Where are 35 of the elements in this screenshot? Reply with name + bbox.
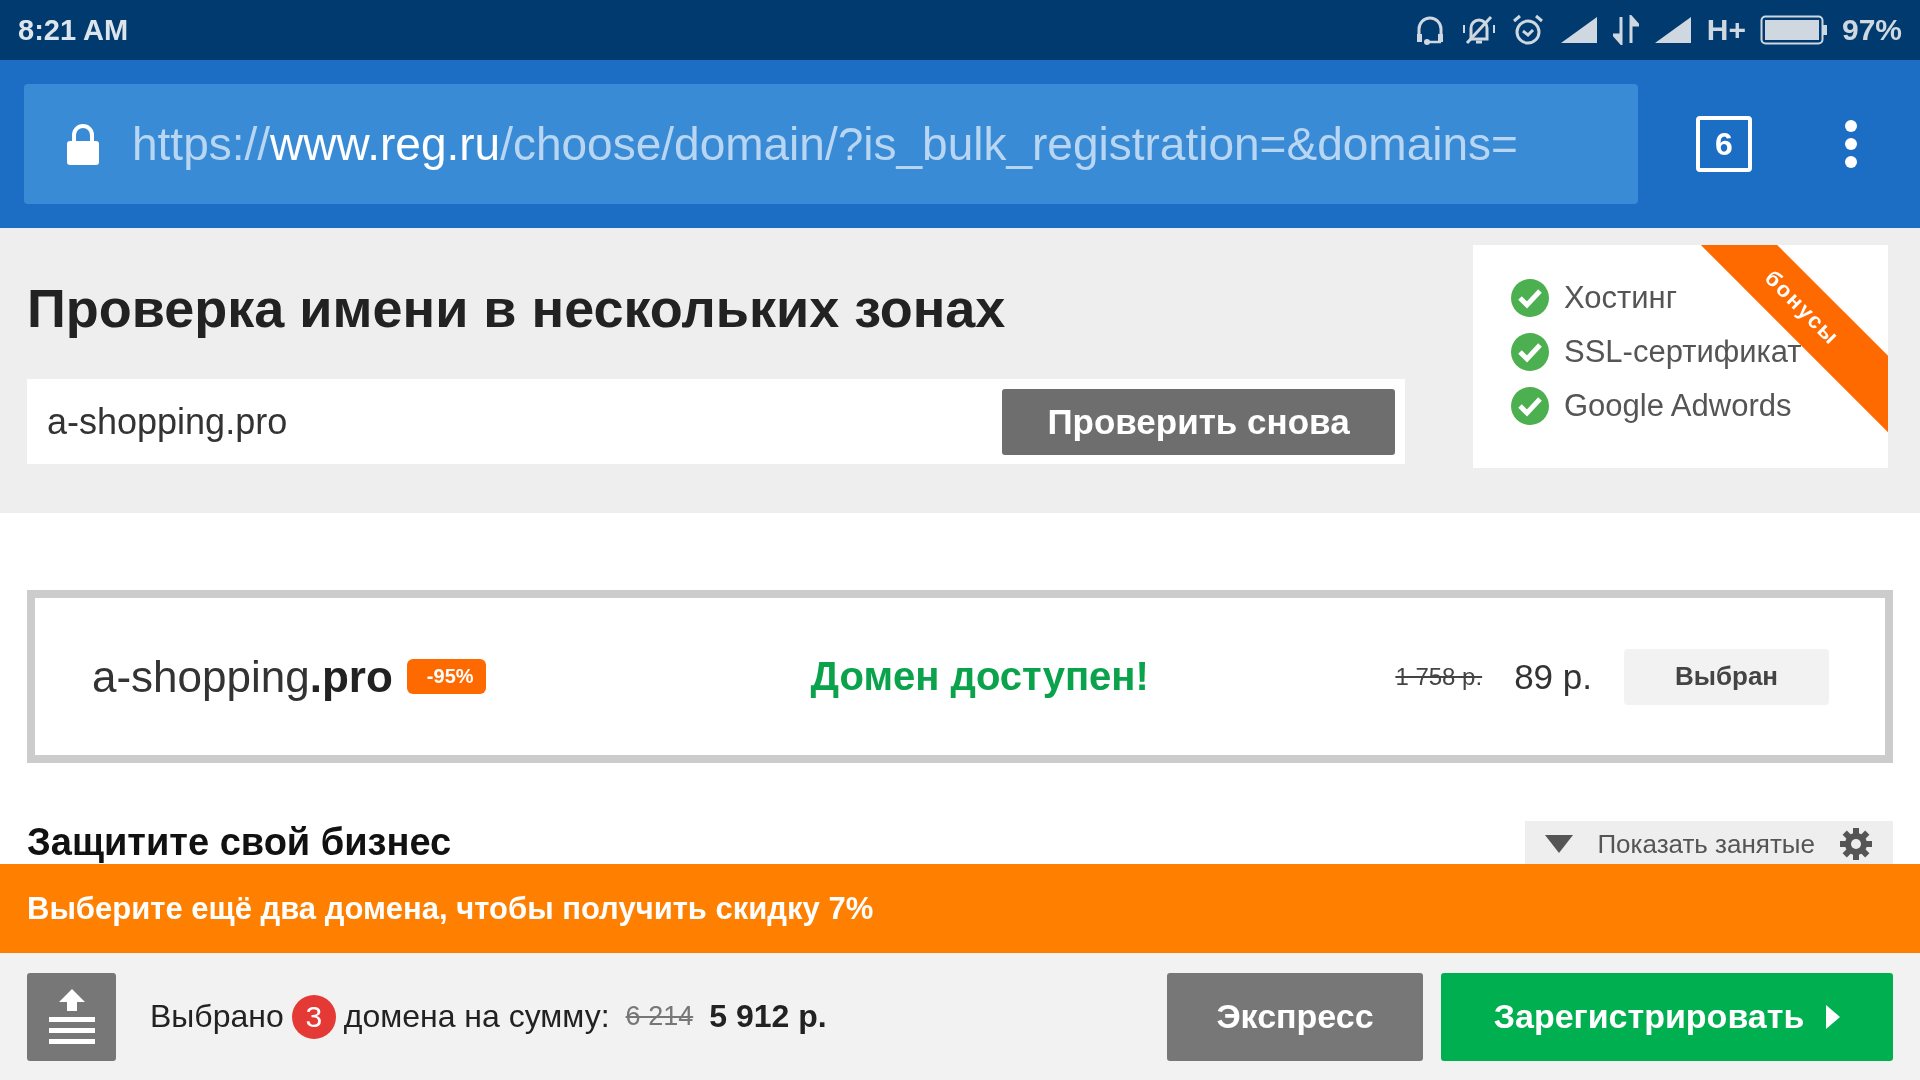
- old-price: 1 758 р.: [1395, 662, 1483, 691]
- discount-tag: -95%: [406, 659, 486, 694]
- section-title: Защитите свой бизнес: [27, 823, 452, 863]
- tab-count-button[interactable]: 6: [1696, 116, 1752, 172]
- battery-icon: [1759, 15, 1828, 45]
- muted-bell-icon: [1460, 13, 1497, 47]
- lock-icon: [66, 122, 100, 166]
- page-title: Проверка имени в нескольких зонах: [27, 277, 1007, 339]
- network-type: H+: [1706, 13, 1746, 47]
- url-field[interactable]: https://www.reg.ru/choose/domain/?is_bulk_registration=&domains=: [24, 84, 1638, 204]
- alarm-clock-icon: [1510, 13, 1545, 47]
- selected-button[interactable]: Выбран: [1624, 648, 1829, 705]
- bonus-label: Google Adwords: [1564, 388, 1792, 424]
- promo-text: Выберите ещё два домена, чтобы получить скидку 7%: [27, 890, 874, 927]
- bonus-label: Хостинг: [1564, 280, 1677, 316]
- upload-list-icon: [46, 986, 97, 1047]
- total-price: 5 912 р.: [709, 998, 827, 1035]
- battery-percent: 97%: [1841, 13, 1902, 47]
- selected-label: Выбрано: [150, 998, 284, 1035]
- data-arrows-icon: [1612, 15, 1639, 45]
- domain-search-field[interactable]: a-shopping.pro Проверить снова: [27, 379, 1405, 464]
- price: 89 р.: [1514, 656, 1592, 697]
- clock-time: 8:21 AM: [18, 13, 129, 47]
- menu-icon[interactable]: [1844, 119, 1858, 169]
- expand-button[interactable]: [27, 972, 116, 1061]
- express-button[interactable]: Экспресс: [1167, 972, 1423, 1061]
- domain-name: a-shopping.pro: [92, 651, 393, 702]
- count-badge: 3: [291, 994, 336, 1039]
- sum-label: домена на сумму:: [343, 998, 610, 1035]
- register-button[interactable]: Зарегистрировать: [1441, 972, 1893, 1061]
- triangle-icon: [1545, 835, 1574, 853]
- caret-icon: [1826, 1004, 1841, 1029]
- check-again-button[interactable]: Проверить снова: [1002, 388, 1395, 455]
- old-total: 6 214: [625, 1001, 694, 1032]
- availability-status: Домен доступен!: [810, 654, 1149, 699]
